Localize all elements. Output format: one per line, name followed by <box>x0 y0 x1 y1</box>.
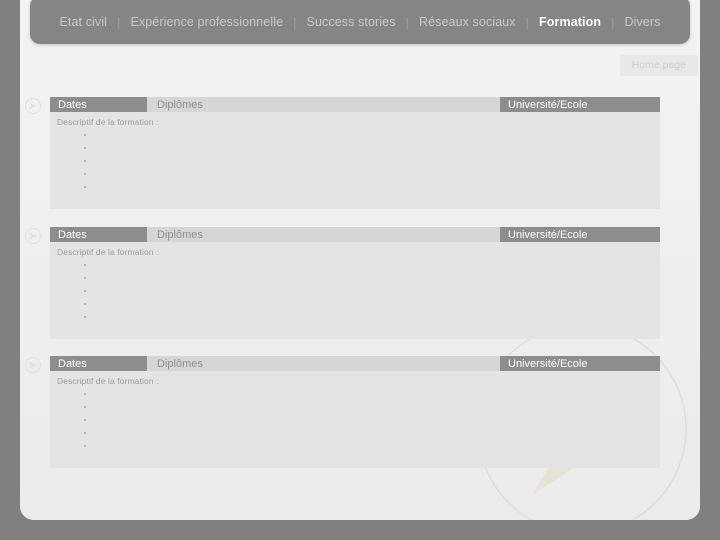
description-label: Descriptif de la formation : <box>57 117 159 127</box>
nav-item-etat-civil[interactable]: Etat civil <box>50 15 118 29</box>
nav-list: Etat civil | Expérience professionnelle … <box>50 11 671 30</box>
bullet-dot-icon <box>84 185 86 188</box>
list-item <box>84 167 86 180</box>
column-header-diplomas: Diplômes <box>147 97 500 112</box>
bullet-dot-icon <box>84 133 86 136</box>
formation-entry-header: Dates Diplômes Université/Ecole <box>50 97 660 112</box>
nav-item-success-stories[interactable]: Success stories <box>297 15 406 29</box>
bullet-dot-icon <box>84 418 86 421</box>
list-item <box>84 154 86 167</box>
column-header-dates: Dates <box>50 97 147 112</box>
bullet-dot-icon <box>84 392 86 395</box>
formation-entry-header: Dates Diplômes Université/Ecole <box>50 227 660 242</box>
list-item <box>84 400 86 413</box>
bullet-dot-icon <box>84 315 86 318</box>
bullet-dot-icon <box>84 431 86 434</box>
formation-entry-body <box>50 227 660 339</box>
bullet-dot-icon <box>84 289 86 292</box>
list-item <box>84 297 86 310</box>
column-header-diplomas: Diplômes <box>147 356 500 371</box>
formation-entry-body <box>50 356 660 468</box>
bullet-dot-icon <box>84 263 86 266</box>
description-bullet-list <box>84 387 86 452</box>
list-item <box>84 387 86 400</box>
list-item <box>84 271 86 284</box>
bullet-dot-icon <box>84 172 86 175</box>
bullet-dot-icon <box>84 159 86 162</box>
description-label: Descriptif de la formation : <box>57 247 159 257</box>
bullet-dot-icon <box>84 146 86 149</box>
column-header-university: Université/Ecole <box>500 97 660 112</box>
column-header-diplomas: Diplômes <box>147 227 500 242</box>
bullet-dot-icon <box>84 276 86 279</box>
formation-entry: Dates Diplômes Université/Ecole Descript… <box>25 97 660 209</box>
circle-arrow-icon <box>24 227 42 245</box>
list-item <box>84 180 86 193</box>
bullet-dot-icon <box>84 405 86 408</box>
bullet-dot-icon <box>84 302 86 305</box>
description-bullet-list <box>84 258 86 323</box>
nav-item-formation[interactable]: Formation <box>529 15 611 29</box>
list-item <box>84 141 86 154</box>
formation-entry-body <box>50 97 660 209</box>
column-header-university: Université/Ecole <box>500 227 660 242</box>
home-page-button[interactable]: Home page <box>619 55 698 76</box>
list-item <box>84 284 86 297</box>
description-bullet-list <box>84 128 86 193</box>
bullet-dot-icon <box>84 444 86 447</box>
list-item <box>84 426 86 439</box>
main-navigation: Etat civil | Expérience professionnelle … <box>30 0 690 44</box>
circle-arrow-icon <box>24 356 42 374</box>
list-item <box>84 258 86 271</box>
circle-arrow-icon <box>24 97 42 115</box>
column-header-dates: Dates <box>50 227 147 242</box>
formation-entry: Dates Diplômes Université/Ecole Descript… <box>25 227 660 339</box>
list-item <box>84 439 86 452</box>
column-header-dates: Dates <box>50 356 147 371</box>
nav-item-divers[interactable]: Divers <box>614 15 670 29</box>
description-label: Descriptif de la formation : <box>57 376 159 386</box>
formation-entry-header: Dates Diplômes Université/Ecole <box>50 356 660 371</box>
list-item <box>84 413 86 426</box>
formation-entry: Dates Diplômes Université/Ecole Descript… <box>25 356 660 468</box>
list-item <box>84 310 86 323</box>
list-item <box>84 128 86 141</box>
nav-item-reseaux-sociaux[interactable]: Réseaux sociaux <box>409 15 526 29</box>
column-header-university: Université/Ecole <box>500 356 660 371</box>
nav-item-experience-professionnelle[interactable]: Expérience professionnelle <box>120 15 293 29</box>
